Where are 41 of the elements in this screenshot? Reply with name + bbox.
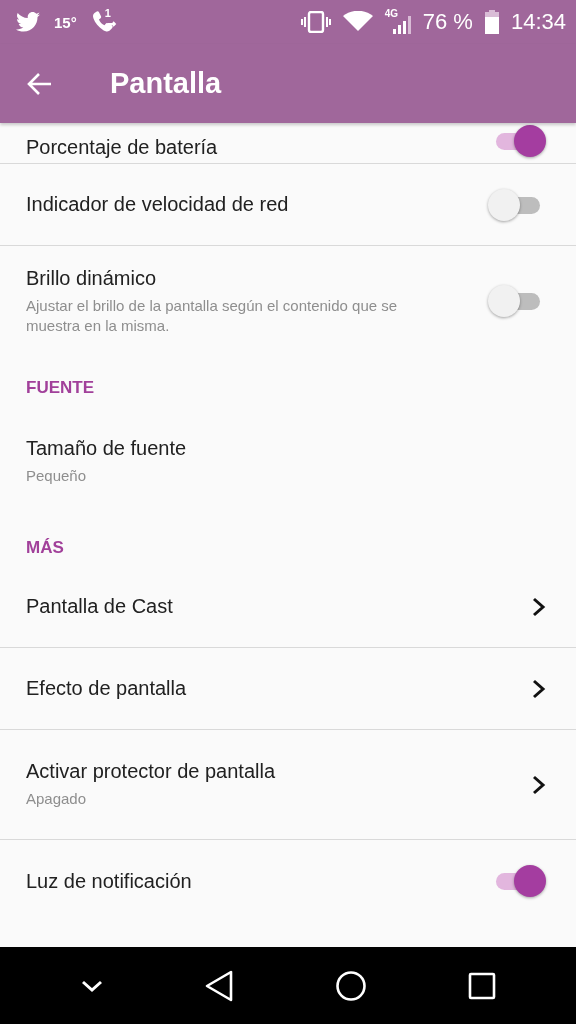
- settings-item[interactable]: Brillo dinámico Ajustar el brillo de la pantalla según el contenido que se muestra en la misma.: [0, 246, 576, 356]
- temperature: 15°: [54, 13, 77, 31]
- settings-item[interactable]: Activar protector de pantalla Apagado: [0, 730, 576, 840]
- settings-item[interactable]: Porcentaje de batería: [0, 123, 576, 164]
- section-header: FUENTE: [25, 377, 95, 399]
- settings-item[interactable]: Luz de notificación: [0, 840, 576, 922]
- item-title: Luz de notificación: [26, 869, 193, 893]
- settings-item[interactable]: Tamaño de fuente Pequeño: [0, 406, 576, 516]
- back-arrow-icon: [26, 71, 52, 96]
- chevron-right-icon: [532, 678, 546, 699]
- settings-item[interactable]: Efecto de pantalla: [0, 648, 576, 730]
- item-summary: Pequeño: [26, 465, 88, 486]
- chevron-right-icon: [532, 596, 546, 617]
- item-title: Porcentaje de batería: [26, 136, 219, 159]
- item-summary: Ajustar el brillo de la pantalla según el contenido que se muestra en la misma.: [26, 295, 399, 336]
- bird-icon: [16, 12, 40, 32]
- signal-icon: [392, 16, 411, 34]
- vibrate-icon: [300, 11, 331, 33]
- item-title: Tamaño de fuente: [26, 436, 188, 460]
- chevron-right-icon: [532, 774, 546, 795]
- battery-icon: [484, 10, 499, 34]
- home-circle-icon: [334, 969, 367, 1002]
- item-title: Efecto de pantalla: [26, 677, 188, 700]
- clock: 14:34: [510, 9, 566, 35]
- call-count: 1: [104, 7, 111, 19]
- wifi-icon: [342, 11, 373, 33]
- network-type: 4G: [384, 8, 399, 19]
- settings-item[interactable]: Pantalla de Cast: [0, 566, 576, 648]
- settings-item[interactable]: Indicador de velocidad de red: [0, 164, 576, 246]
- back-triangle-icon: [203, 969, 234, 1002]
- item-title: Brillo dinámico: [26, 266, 158, 290]
- phone-icon: [90, 10, 117, 34]
- section-header: MÁS: [25, 537, 65, 559]
- item-title: Pantalla de Cast: [26, 595, 174, 618]
- battery-percent: 76 %: [422, 9, 473, 35]
- item-summary: Apagado: [26, 789, 88, 809]
- item-title: Activar protector de pantalla: [26, 760, 277, 783]
- chevron-down-icon: [80, 978, 103, 993]
- item-title: Indicador de velocidad de red: [26, 193, 290, 216]
- screen-title: Pantalla: [110, 67, 222, 100]
- recents-square-icon: [467, 971, 496, 1000]
